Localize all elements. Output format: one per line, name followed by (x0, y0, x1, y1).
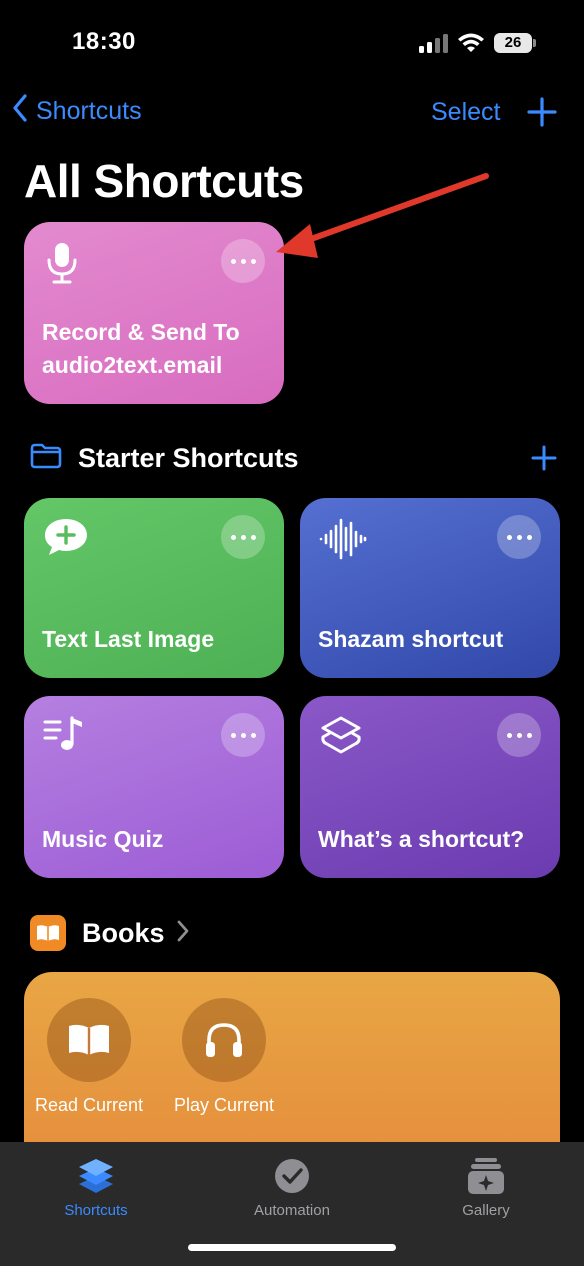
tab-label: Shortcuts (64, 1202, 128, 1219)
book-icon (47, 998, 131, 1082)
book-shortcut-play-current[interactable]: Play Current (159, 998, 289, 1117)
shortcut-label: Record & Send To audio2text.email (42, 319, 240, 378)
shortcuts-layers-icon (318, 714, 364, 765)
tab-shortcuts[interactable]: Shortcuts (26, 1150, 166, 1219)
shortcut-label: Music Quiz (42, 826, 164, 852)
more-options-button[interactable] (497, 515, 541, 559)
shortcut-card-whats-a-shortcut[interactable]: What’s a shortcut? (300, 696, 560, 878)
more-options-button[interactable] (497, 713, 541, 757)
add-folder-shortcut-button[interactable] (530, 444, 558, 477)
music-list-icon (42, 714, 86, 761)
shortcut-card-text-last-image[interactable]: Text Last Image (24, 498, 284, 678)
annotation-arrow (276, 173, 489, 258)
message-plus-icon (42, 516, 90, 563)
shortcut-card-music-quiz[interactable]: Music Quiz (24, 696, 284, 878)
home-indicator (188, 1244, 396, 1251)
section-title: Books (82, 917, 165, 948)
shortcut-label: What’s a shortcut? (318, 826, 525, 852)
starter-shortcuts-header[interactable]: Starter Shortcuts (30, 443, 299, 474)
shortcut-label: Shazam shortcut (318, 626, 504, 652)
books-section-header[interactable]: Books (30, 915, 189, 951)
book-shortcut-read-current[interactable]: Read Current (24, 998, 154, 1117)
headphones-icon (182, 998, 266, 1082)
shortcut-card-shazam[interactable]: Shazam shortcut (300, 498, 560, 678)
more-options-button[interactable] (221, 713, 265, 757)
shortcut-label: Play Current (173, 1095, 275, 1115)
waveform-icon (318, 516, 368, 567)
chevron-right-icon (177, 920, 189, 947)
tab-gallery[interactable]: Gallery (416, 1150, 556, 1219)
tab-label: Automation (254, 1202, 330, 1219)
books-app-icon (30, 915, 66, 951)
gallery-icon (416, 1150, 556, 1196)
clock-check-icon (222, 1150, 362, 1196)
tab-automation[interactable]: Automation (222, 1150, 362, 1219)
shortcut-label: Read Current (34, 1095, 144, 1115)
shortcut-label: Text Last Image (42, 626, 215, 652)
plus-icon (530, 445, 558, 476)
tab-label: Gallery (462, 1202, 510, 1219)
shortcuts-icon (26, 1150, 166, 1196)
folder-icon (30, 443, 62, 474)
section-title: Starter Shortcuts (78, 443, 299, 473)
more-options-button[interactable] (221, 515, 265, 559)
